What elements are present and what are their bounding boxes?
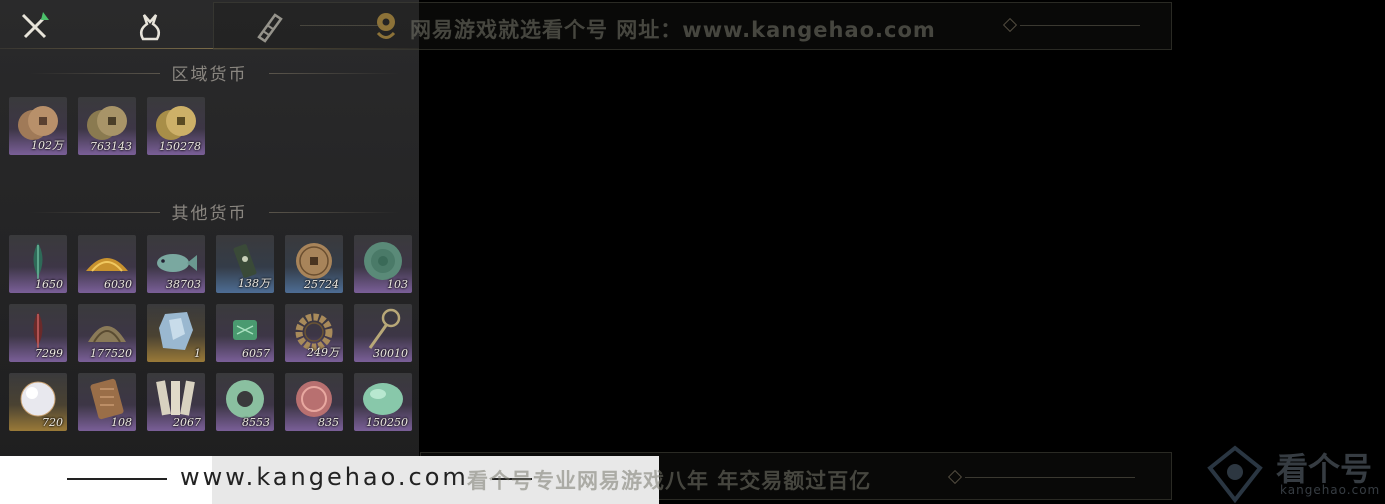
green-talisman-icon <box>233 320 257 340</box>
other-currency-slot[interactable]: 108 <box>78 373 136 431</box>
other-currency-slot[interactable]: 1 <box>147 304 205 362</box>
banner-ornament <box>1020 25 1140 26</box>
crossed-swords-icon <box>21 12 49 39</box>
red-feather-icon <box>33 312 43 348</box>
inventory-panel: 区域货币 102万 763143 150278 其他货币 1650 6030 38703… <box>0 0 419 504</box>
other-currency-slot[interactable]: 6030 <box>78 235 136 293</box>
bronze-coin-icon <box>296 243 332 279</box>
other-currency-slot[interactable]: 249万 <box>285 304 343 362</box>
item-quantity: 1 <box>194 347 201 360</box>
banner-ornament <box>300 25 380 26</box>
url-rule-left <box>67 478 167 480</box>
item-quantity: 103 <box>387 278 408 291</box>
watermark-url: www.kangehao.com <box>180 463 469 491</box>
logo-subtext: kangehao.com <box>1280 483 1381 497</box>
other-currency-slot[interactable]: 6057 <box>216 304 274 362</box>
jade-disc-icon <box>364 242 402 280</box>
tab-weapons[interactable] <box>14 6 54 46</box>
tab-items[interactable] <box>130 6 170 46</box>
item-quantity: 763143 <box>90 140 132 153</box>
other-currency-slot[interactable]: 38703 <box>147 235 205 293</box>
other-currency-slot[interactable]: 8553 <box>216 373 274 431</box>
other-currency-slot[interactable]: 103 <box>354 235 412 293</box>
item-quantity: 150278 <box>159 140 201 153</box>
item-quantity: 720 <box>42 416 63 429</box>
other-currency-slot[interactable]: 835 <box>285 373 343 431</box>
item-quantity: 108 <box>111 416 132 429</box>
watermark-text-bottom: 看个号专业网易游戏八年 年交易额过百亿 <box>467 469 872 493</box>
item-quantity: 38703 <box>166 278 201 291</box>
golden-pile-icon <box>86 258 128 272</box>
other-currency-slot[interactable]: 1650 <box>9 235 67 293</box>
section-title-regional: 区域货币 <box>0 60 419 85</box>
other-currency-slot[interactable]: 2067 <box>147 373 205 431</box>
bronze-coins-icon <box>87 106 127 140</box>
item-quantity: 30010 <box>373 347 408 360</box>
item-quantity: 2067 <box>173 416 201 429</box>
pouch-icon <box>139 14 161 41</box>
item-quantity: 177520 <box>90 347 132 360</box>
other-currency-slot[interactable]: 7299 <box>9 304 67 362</box>
other-currency-slot[interactable]: 177520 <box>78 304 136 362</box>
other-currency-slot[interactable]: 138万 <box>216 235 274 293</box>
carved-plaque-icon <box>90 378 124 420</box>
green-feather-icon <box>33 243 43 279</box>
regional-currency-slot[interactable]: 150278 <box>147 97 205 155</box>
item-quantity: 138万 <box>238 277 270 290</box>
item-quantity: 150250 <box>366 416 408 429</box>
other-currency-slot[interactable]: 30010 <box>354 304 412 362</box>
bronze-dome-icon <box>88 326 126 343</box>
item-quantity: 6057 <box>242 347 270 360</box>
item-quantity: 6030 <box>104 278 132 291</box>
banner-ornament <box>965 477 1135 478</box>
section-title-other: 其他货币 <box>0 199 419 224</box>
other-currency-slot[interactable]: 720 <box>9 373 67 431</box>
regional-currency-slot[interactable]: 102万 <box>9 97 67 155</box>
item-quantity: 7299 <box>35 347 63 360</box>
other-currency-slot[interactable]: 150250 <box>354 373 412 431</box>
other-currency-slot[interactable]: 25724 <box>285 235 343 293</box>
item-quantity: 1650 <box>35 278 63 291</box>
regional-currency-slot[interactable]: 763143 <box>78 97 136 155</box>
crystal-stone-icon <box>159 312 193 350</box>
item-quantity: 249万 <box>307 346 339 359</box>
item-quantity: 102万 <box>31 139 63 152</box>
jade-ring-icon <box>226 380 264 418</box>
item-quantity: 25724 <box>304 278 339 291</box>
watermark-text-top: 网易游戏就选看个号 网址：www.kangehao.com <box>410 18 936 42</box>
item-quantity: 835 <box>318 416 339 429</box>
pearl-icon <box>20 381 56 417</box>
gold-coins-icon <box>156 106 196 140</box>
red-medallion-icon <box>296 381 332 417</box>
jade-fish-icon <box>157 254 197 272</box>
bamboo-slips-icon <box>156 380 195 416</box>
jade-pebble-icon <box>363 383 403 415</box>
item-quantity: 8553 <box>242 416 270 429</box>
coin-sword-icon <box>368 308 401 349</box>
